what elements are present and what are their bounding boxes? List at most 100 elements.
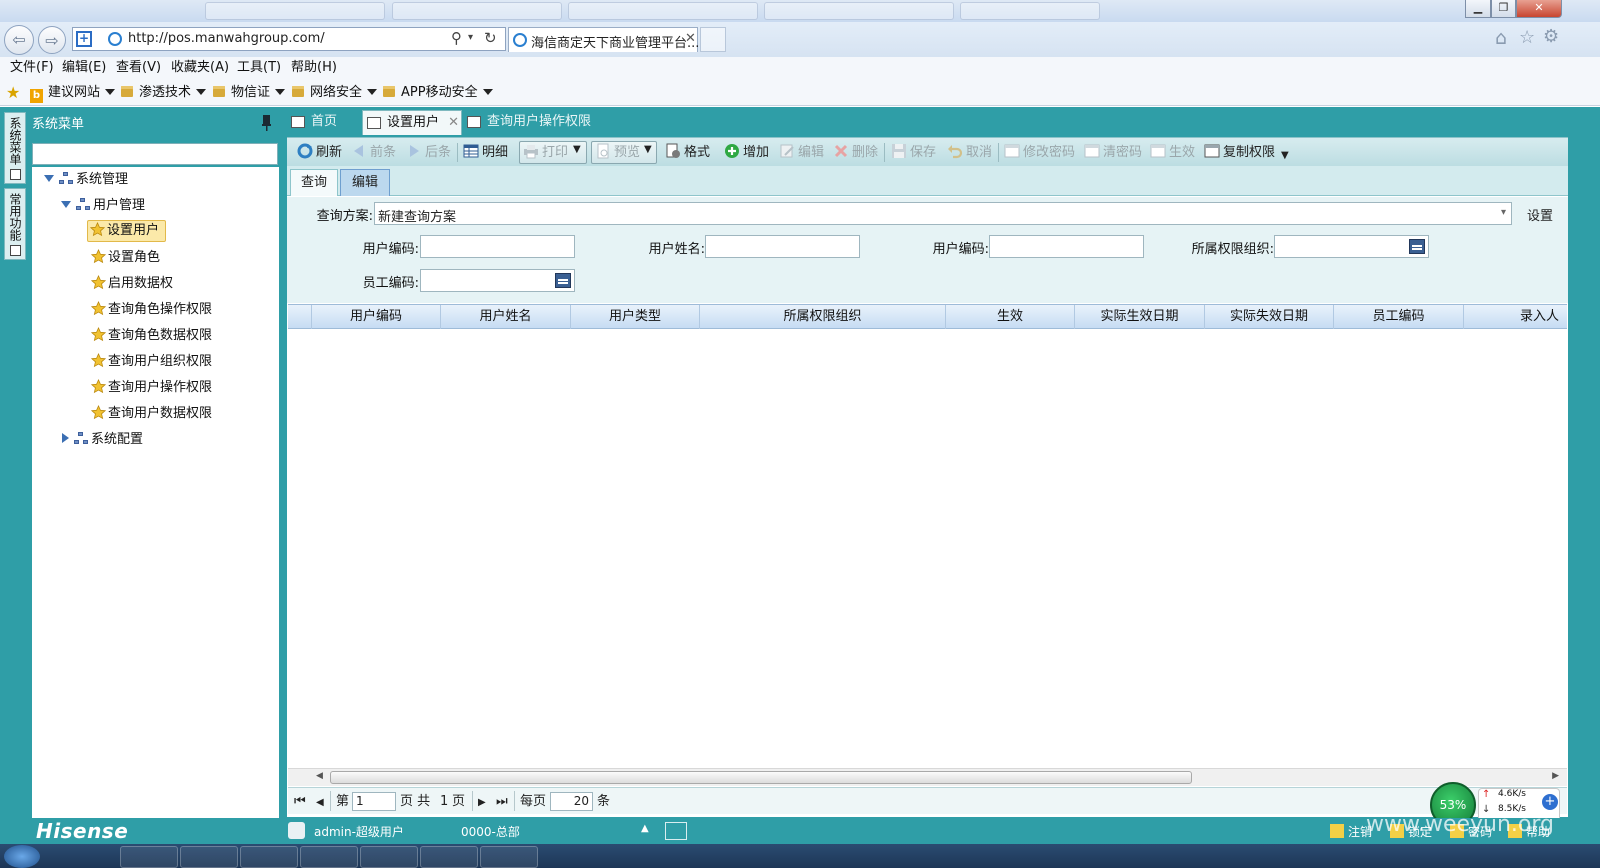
background-window-tab[interactable] [960, 2, 1100, 20]
close-icon[interactable]: ✕ [448, 111, 459, 135]
add-button[interactable]: 增加 [724, 142, 769, 163]
user-name-input[interactable] [705, 235, 860, 258]
vtab-common-functions[interactable]: 常用功能 [4, 188, 26, 260]
next-button[interactable]: 后条 [406, 142, 451, 163]
taskbar-app-button[interactable] [300, 846, 358, 868]
user-code-input[interactable] [420, 235, 575, 258]
activate-button[interactable]: 生效 [1150, 142, 1195, 163]
plus-icon[interactable]: + [1542, 794, 1558, 810]
clear-password-button[interactable]: 清密码 [1084, 142, 1142, 163]
background-window-tab[interactable] [392, 2, 562, 20]
sidebar-splitter[interactable] [280, 107, 286, 829]
close-icon[interactable]: ✕ [685, 31, 696, 46]
tree-node-system-management[interactable]: 系统管理 [44, 170, 128, 190]
tab-home[interactable]: 首页 [287, 110, 359, 135]
tree-node-user-management[interactable]: 用户管理 [61, 196, 145, 216]
refresh-icon[interactable]: ↻ [484, 29, 497, 47]
column-header[interactable]: 生效 [945, 305, 1074, 329]
format-button[interactable]: 格式 [665, 142, 710, 163]
chevron-down-icon[interactable]: ▼ [573, 144, 581, 155]
chart-icon[interactable] [665, 822, 687, 840]
toolbar-overflow-icon[interactable]: ▼ [1281, 150, 1289, 161]
scrollbar-thumb[interactable] [330, 771, 1192, 784]
fav-suggested-sites[interactable]: b 建议网站 [30, 84, 116, 103]
address-bar[interactable]: + http://pos.manwahgroup.com/ ⚲ ▾ ↻ [72, 27, 506, 51]
taskbar-app-button[interactable] [180, 846, 238, 868]
org-picker-input[interactable] [1274, 235, 1429, 258]
column-header[interactable]: 实际生效日期 [1074, 305, 1204, 329]
fav-pentest[interactable]: 渗透技术 [121, 84, 207, 102]
fav-network-security[interactable]: 网络安全 [292, 84, 378, 102]
preview-button[interactable]: 预览 [595, 142, 640, 163]
tree-item-set-user[interactable]: 设置用户 [87, 220, 167, 242]
back-icon[interactable]: ⇦ [4, 25, 34, 55]
next-page-icon[interactable]: ▶ [478, 795, 486, 811]
tree-item-enable-data-perm[interactable]: 启用数据权 [91, 274, 173, 294]
subtab-query[interactable]: 查询 [290, 169, 338, 196]
column-header[interactable]: 录入人 [1463, 305, 1567, 329]
tree-item-role-op-perm[interactable]: 查询角色操作权限 [91, 300, 212, 320]
tree-item-set-role[interactable]: 设置角色 [91, 248, 160, 268]
taskbar-app-button[interactable] [240, 846, 298, 868]
fav-wuxinzheng[interactable]: 物信证 [213, 84, 286, 102]
cancel-button[interactable]: 取消 [947, 142, 992, 163]
grid-row-selector-header[interactable] [288, 305, 311, 329]
gear-icon[interactable]: ⚙ [1543, 26, 1559, 47]
menu-favorites[interactable]: 收藏夹(A) [171, 59, 229, 77]
column-header[interactable]: 用户类型 [570, 305, 699, 329]
first-page-icon[interactable]: ⏮ [294, 794, 306, 810]
tree-item-role-data-perm[interactable]: 查询角色数据权限 [91, 326, 212, 346]
column-header[interactable]: 用户姓名 [440, 305, 570, 329]
tree-node-system-config[interactable]: 系统配置 [62, 430, 143, 450]
pin-icon[interactable] [262, 115, 271, 131]
search-icon[interactable]: ⚲ [451, 29, 462, 47]
edit-button[interactable]: 编辑 [779, 142, 824, 163]
chevron-up-icon[interactable]: ▲ [641, 823, 649, 834]
new-tab-button[interactable] [700, 27, 726, 52]
vtab-system-menu[interactable]: 系统菜单 [4, 112, 26, 184]
background-window-tab[interactable] [764, 2, 954, 20]
url-text[interactable]: http://pos.manwahgroup.com/ [128, 31, 325, 46]
refresh-button[interactable]: 刷新 [297, 142, 342, 163]
sidebar-search-input[interactable] [32, 143, 278, 165]
background-window-tab[interactable] [568, 2, 758, 20]
column-header[interactable]: 实际失效日期 [1204, 305, 1333, 329]
scroll-right-icon[interactable]: ▶ [1552, 771, 1559, 781]
forward-icon[interactable]: ⇨ [38, 26, 66, 54]
tab-query-user-op-perm[interactable]: 查询用户操作权限 [463, 110, 613, 135]
user-code-input-2[interactable] [989, 235, 1144, 258]
delete-button[interactable]: 删除 [833, 142, 878, 163]
per-page-input[interactable]: 20 [550, 792, 593, 811]
subtab-edit[interactable]: 编辑 [340, 169, 390, 196]
column-header[interactable]: 员工编码 [1333, 305, 1463, 329]
menu-edit[interactable]: 编辑(E) [62, 59, 106, 77]
taskbar-app-button[interactable] [420, 846, 478, 868]
window-close-button[interactable]: ✕ [1516, 0, 1562, 18]
favorites-add-icon[interactable]: ★ [6, 83, 20, 102]
browser-tab-active[interactable]: 海信商定天下商业管理平台... ✕ [508, 27, 699, 52]
menu-file[interactable]: 文件(F) [10, 59, 54, 77]
menu-view[interactable]: 查看(V) [116, 59, 161, 77]
change-password-button[interactable]: 修改密码 [1004, 142, 1075, 163]
chevron-down-icon[interactable]: ▾ [1501, 207, 1506, 218]
taskbar-app-button[interactable] [360, 846, 418, 868]
save-button[interactable]: 保存 [891, 142, 936, 163]
last-page-icon[interactable]: ⏭ [496, 794, 508, 810]
column-header[interactable]: 用户编码 [311, 305, 440, 329]
scroll-left-icon[interactable]: ◀ [316, 771, 323, 781]
fav-app-security[interactable]: APP移动安全 [383, 84, 493, 102]
chevron-down-icon[interactable]: ▼ [644, 144, 652, 155]
prev-button[interactable]: 前条 [351, 142, 396, 163]
minimize-button[interactable]: ▁ [1465, 0, 1491, 18]
taskbar-app-button[interactable] [480, 846, 538, 868]
taskbar-app-button[interactable] [120, 846, 178, 868]
tab-set-user[interactable]: 设置用户 ✕ [362, 110, 462, 135]
chevron-down-icon[interactable]: ▾ [468, 32, 473, 43]
page-number-input[interactable]: 1 [352, 792, 396, 811]
picker-button-icon[interactable] [1409, 239, 1425, 254]
compat-icon[interactable]: + [76, 31, 92, 47]
favorites-star-icon[interactable]: ☆ [1519, 27, 1535, 48]
tree-item-user-op-perm[interactable]: 查询用户操作权限 [91, 378, 212, 398]
query-scheme-select[interactable]: 新建查询方案 ▾ [374, 202, 1512, 225]
picker-button-icon[interactable] [555, 273, 571, 288]
